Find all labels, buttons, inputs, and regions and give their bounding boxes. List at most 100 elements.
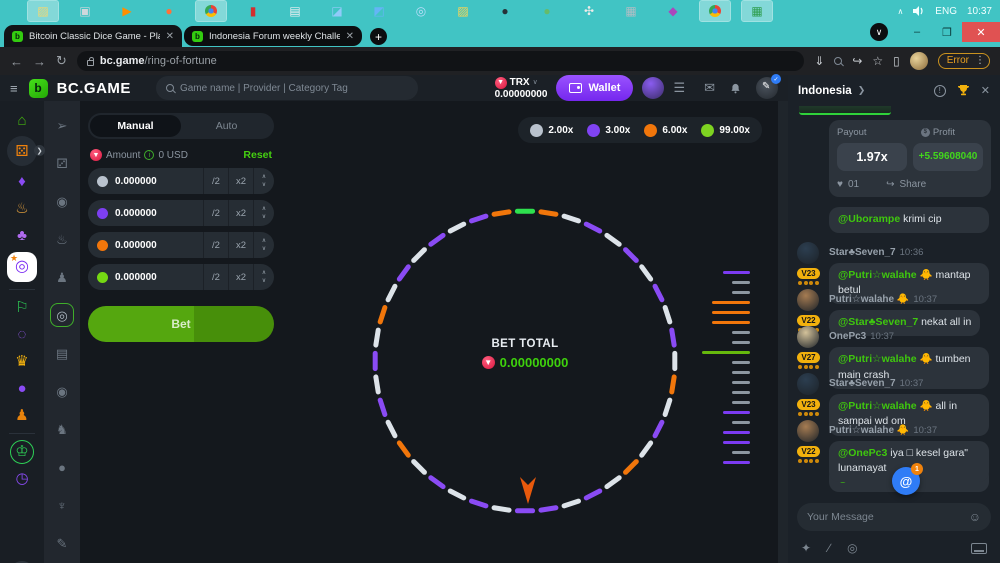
taskbar-icon-photos-app[interactable]: ▣ — [70, 1, 100, 21]
amount-stepper[interactable]: ∧∨ — [253, 168, 274, 194]
double-button[interactable]: x2 — [228, 232, 253, 258]
share-icon[interactable]: ↪ — [852, 54, 862, 68]
sidebar-item-vip-crown[interactable]: ♛ — [6, 348, 38, 375]
chat-rules-icon[interactable]: ! — [934, 85, 946, 97]
amount-stepper[interactable]: ∧∨ — [253, 264, 274, 290]
sidebar-item-home[interactable]: ⌂ — [6, 107, 38, 134]
game-icon-crash-game[interactable]: ➢ — [50, 113, 74, 137]
amount-stepper[interactable]: ∧∨ — [253, 232, 274, 258]
bcgame-logo-text[interactable]: BC.GAME — [57, 80, 131, 97]
taskbar-icon-red-book[interactable]: ▮ — [238, 1, 268, 21]
sidebar-item-tournament[interactable]: ♟ — [6, 402, 38, 429]
taskbar-icon-media-player[interactable]: ▶ — [112, 1, 142, 21]
half-button[interactable]: /2 — [203, 264, 228, 290]
quick-menu-icon[interactable]: ☰ — [673, 80, 685, 96]
sidebar-item-card-games[interactable]: ♦ — [6, 168, 38, 195]
info-icon[interactable]: i — [144, 150, 154, 160]
mention-link[interactable]: @Uborampe — [838, 213, 900, 225]
tab-auto[interactable]: Auto — [181, 115, 272, 137]
game-icon-mine[interactable]: ✎ — [50, 531, 74, 555]
install-icon[interactable]: ⇓ — [814, 54, 824, 68]
game-icon-poker-chip[interactable]: ◉ — [50, 189, 74, 213]
volume-icon[interactable] — [913, 6, 925, 16]
amount-stepper[interactable]: ∧∨ — [253, 200, 274, 226]
tab-close-icon[interactable]: ✕ — [166, 31, 174, 42]
maximize-button[interactable]: ❐ — [932, 22, 962, 42]
coin-drop-icon[interactable]: ◎ — [847, 541, 857, 555]
mention-link[interactable]: @OnePc3 — [838, 447, 887, 459]
game-icon-plinko[interactable]: ● — [50, 455, 74, 479]
taskbar-icon-chrome-2[interactable] — [700, 1, 730, 21]
zoom-icon[interactable] — [834, 54, 842, 68]
tab-manual[interactable]: Manual — [90, 115, 181, 137]
game-icon-classic-dice[interactable]: ⚂ — [50, 151, 74, 175]
taskbar-icon-kmplayer[interactable]: ◆ — [658, 1, 688, 21]
back-icon[interactable]: ← — [10, 54, 23, 69]
heart-icon[interactable]: ♥ — [837, 179, 843, 190]
taskbar-icon-green-mascot[interactable]: ● — [532, 1, 562, 21]
sidebar-item-ring-of-fortune[interactable]: ◎★ — [7, 252, 37, 282]
bookmark-star-icon[interactable]: ☆ — [872, 54, 883, 68]
bet-amount-value[interactable]: 0.000000 — [115, 240, 157, 251]
messages-icon[interactable]: ✉ — [704, 80, 715, 96]
sidebar-item-casino[interactable]: ⚄❯ — [7, 136, 37, 166]
extension-error-pill[interactable]: Error ⋮ — [938, 53, 990, 69]
user-avatar[interactable] — [642, 77, 664, 99]
new-tab-button[interactable]: + — [370, 28, 387, 45]
bet-amount-value[interactable]: 0.000000 — [115, 208, 157, 219]
sidebar-item-quests[interactable]: ◌ — [6, 321, 38, 348]
account-avatar[interactable]: ✓ — [756, 77, 778, 99]
mention-fab-button[interactable]: @1 — [892, 467, 920, 495]
side-panel-icon[interactable]: ▯ — [893, 54, 900, 68]
clock[interactable]: 10:37 — [967, 6, 992, 17]
game-icon-coinflip[interactable]: ◉ — [50, 379, 74, 403]
multiplier-chip[interactable]: 2.00x — [530, 124, 573, 137]
taskbar-icon-penguin-app[interactable]: ● — [490, 1, 520, 21]
username-row[interactable]: Star♣Seven_710:36 — [829, 242, 991, 260]
sidebar-item-history[interactable]: ◷ — [6, 465, 38, 492]
taskbar-icon-file-explorer[interactable]: ▨ — [28, 1, 58, 21]
avatar[interactable] — [797, 420, 819, 442]
reload-icon[interactable]: ↻ — [56, 53, 67, 69]
lock-icon[interactable] — [87, 60, 94, 66]
taskbar-icon-excel[interactable]: ▦ — [742, 1, 772, 21]
multiplier-chip[interactable]: 3.00x — [587, 124, 630, 137]
forward-icon[interactable]: → — [33, 54, 46, 69]
bcgame-logo-icon[interactable]: b — [29, 79, 48, 98]
taskbar-icon-photo-app[interactable]: ◩ — [364, 1, 394, 21]
username-row[interactable]: Star♣Seven_710:37 — [829, 373, 991, 391]
chat-messages[interactable]: Payout$Profit1.97x+5.59608040♥01↪Share@U… — [788, 106, 1000, 498]
chevron-right-icon[interactable]: ❯ — [858, 85, 866, 96]
coin-rain-icon[interactable]: ✦ — [801, 541, 811, 555]
browser-tab-inactive[interactable]: b Indonesia Forum weekly Challeng ✕ — [184, 26, 362, 46]
gif-keyboard-icon[interactable] — [971, 543, 987, 554]
profile-avatar[interactable] — [910, 52, 928, 70]
sidebar-toggle-icon[interactable]: ≡ — [10, 81, 18, 96]
avatar[interactable] — [797, 373, 819, 395]
mention-link[interactable]: @Putri☆walahe 🐥 — [838, 269, 933, 281]
game-icon-keno[interactable]: ♆ — [50, 493, 74, 517]
game-search-input[interactable]: Game name | Provider | Category Tag — [156, 76, 418, 100]
sidebar-item-slots[interactable]: ♣ — [6, 222, 38, 249]
taskbar-icon-search-tool[interactable]: ◎ — [406, 1, 436, 21]
game-icon-limbo[interactable]: ♟ — [50, 265, 74, 289]
game-icon-crash-trenball[interactable]: ♞ — [50, 417, 74, 441]
minimize-button[interactable]: – — [902, 22, 932, 42]
notifications-bell-icon[interactable] — [730, 83, 741, 94]
double-button[interactable]: x2 — [228, 168, 253, 194]
address-bar[interactable]: bc.game/ring-of-fortune — [77, 51, 804, 71]
tray-chevron-icon[interactable]: ∧ — [897, 7, 903, 16]
reset-button[interactable]: Reset — [243, 149, 272, 161]
wallet-button[interactable]: Wallet — [556, 75, 633, 101]
avatar[interactable] — [797, 326, 819, 348]
close-button[interactable]: ✕ — [962, 22, 1000, 42]
sidebar-item-vip-club[interactable]: ♔ — [6, 438, 38, 465]
taskbar-icon-blue-app[interactable]: ◪ — [322, 1, 352, 21]
taskbar-icon-shared-folder[interactable]: ▨ — [448, 1, 478, 21]
chat-message-input[interactable]: Your Message ☺ — [797, 503, 991, 531]
double-button[interactable]: x2 — [228, 200, 253, 226]
tab-close-icon[interactable]: ✕ — [346, 31, 354, 42]
mention-link[interactable]: @Putri☆walahe 🐥 — [838, 353, 933, 365]
emoji-icon[interactable]: ☺ — [969, 510, 981, 524]
bet-amount-value[interactable]: 0.000000 — [115, 272, 157, 283]
